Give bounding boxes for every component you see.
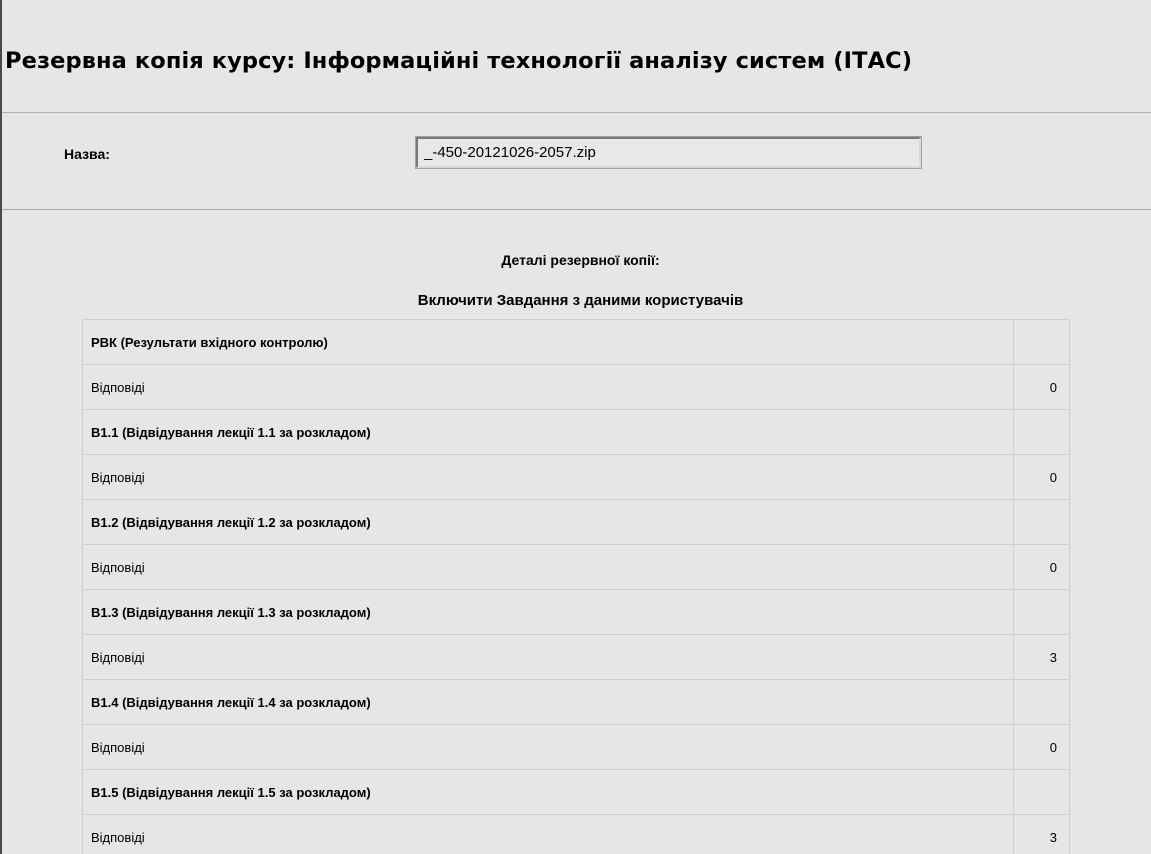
item-name-cell: Відповіді — [82, 454, 1014, 500]
backup-filename-input[interactable] — [415, 136, 922, 169]
count-cell — [1013, 409, 1070, 455]
table-row-activity: РВК (Результати вхідного контролю) — [82, 319, 1070, 365]
table-row-activity: В1.2 (Відвідування лекції 1.2 за розклад… — [82, 499, 1070, 545]
table-row-activity: В1.1 (Відвідування лекції 1.1 за розклад… — [82, 409, 1070, 455]
item-name-cell: Відповіді — [82, 814, 1014, 854]
count-cell: 3 — [1013, 814, 1070, 854]
count-cell: 0 — [1013, 454, 1070, 500]
table-row-item: Відповіді 3 — [82, 634, 1070, 680]
name-section: Назва: — [2, 112, 1151, 210]
backup-details-table: РВК (Результати вхідного контролю) Відпо… — [82, 319, 1070, 854]
activity-name-cell: В1.1 (Відвідування лекції 1.1 за розклад… — [82, 409, 1014, 455]
count-cell: 0 — [1013, 724, 1070, 770]
count-cell — [1013, 589, 1070, 635]
table-row-item: Відповіді 0 — [82, 544, 1070, 590]
activity-name-cell: В1.4 (Відвідування лекції 1.4 за розклад… — [82, 679, 1014, 725]
item-name-cell: Відповіді — [82, 544, 1014, 590]
details-subtitle: Включити Завдання з даними користувачів — [417, 292, 744, 309]
table-row-activity: В1.5 (Відвідування лекції 1.5 за розклад… — [82, 769, 1070, 815]
name-label: Назва: — [64, 146, 110, 162]
count-cell — [1013, 499, 1070, 545]
page-title: Резервна копія курсу: Інформаційні техно… — [5, 48, 913, 74]
count-cell — [1013, 679, 1070, 725]
count-cell: 0 — [1013, 364, 1070, 410]
table-row-item: Відповіді 3 — [82, 814, 1070, 854]
backup-page: Резервна копія курсу: Інформаційні техно… — [0, 0, 1151, 854]
item-name-cell: Відповіді — [82, 724, 1014, 770]
table-row-item: Відповіді 0 — [82, 454, 1070, 500]
details-title: Деталі резервної копії: — [501, 252, 660, 268]
activity-name-cell: В1.5 (Відвідування лекції 1.5 за розклад… — [82, 769, 1014, 815]
count-cell: 0 — [1013, 544, 1070, 590]
item-name-cell: Відповіді — [82, 364, 1014, 410]
activity-name-cell: РВК (Результати вхідного контролю) — [82, 319, 1014, 365]
title-bar: Резервна копія курсу: Інформаційні техно… — [2, 0, 1151, 113]
details-section: Деталі резервної копії: Включити Завданн… — [2, 210, 1151, 854]
activity-name-cell: В1.3 (Відвідування лекції 1.3 за розклад… — [82, 589, 1014, 635]
table-row-activity: В1.4 (Відвідування лекції 1.4 за розклад… — [82, 679, 1070, 725]
table-row-item: Відповіді 0 — [82, 364, 1070, 410]
item-name-cell: Відповіді — [82, 634, 1014, 680]
table-row-item: Відповіді 0 — [82, 724, 1070, 770]
count-cell — [1013, 769, 1070, 815]
table-row-activity: В1.3 (Відвідування лекції 1.3 за розклад… — [82, 589, 1070, 635]
activity-name-cell: В1.2 (Відвідування лекції 1.2 за розклад… — [82, 499, 1014, 545]
count-cell — [1013, 319, 1070, 365]
count-cell: 3 — [1013, 634, 1070, 680]
